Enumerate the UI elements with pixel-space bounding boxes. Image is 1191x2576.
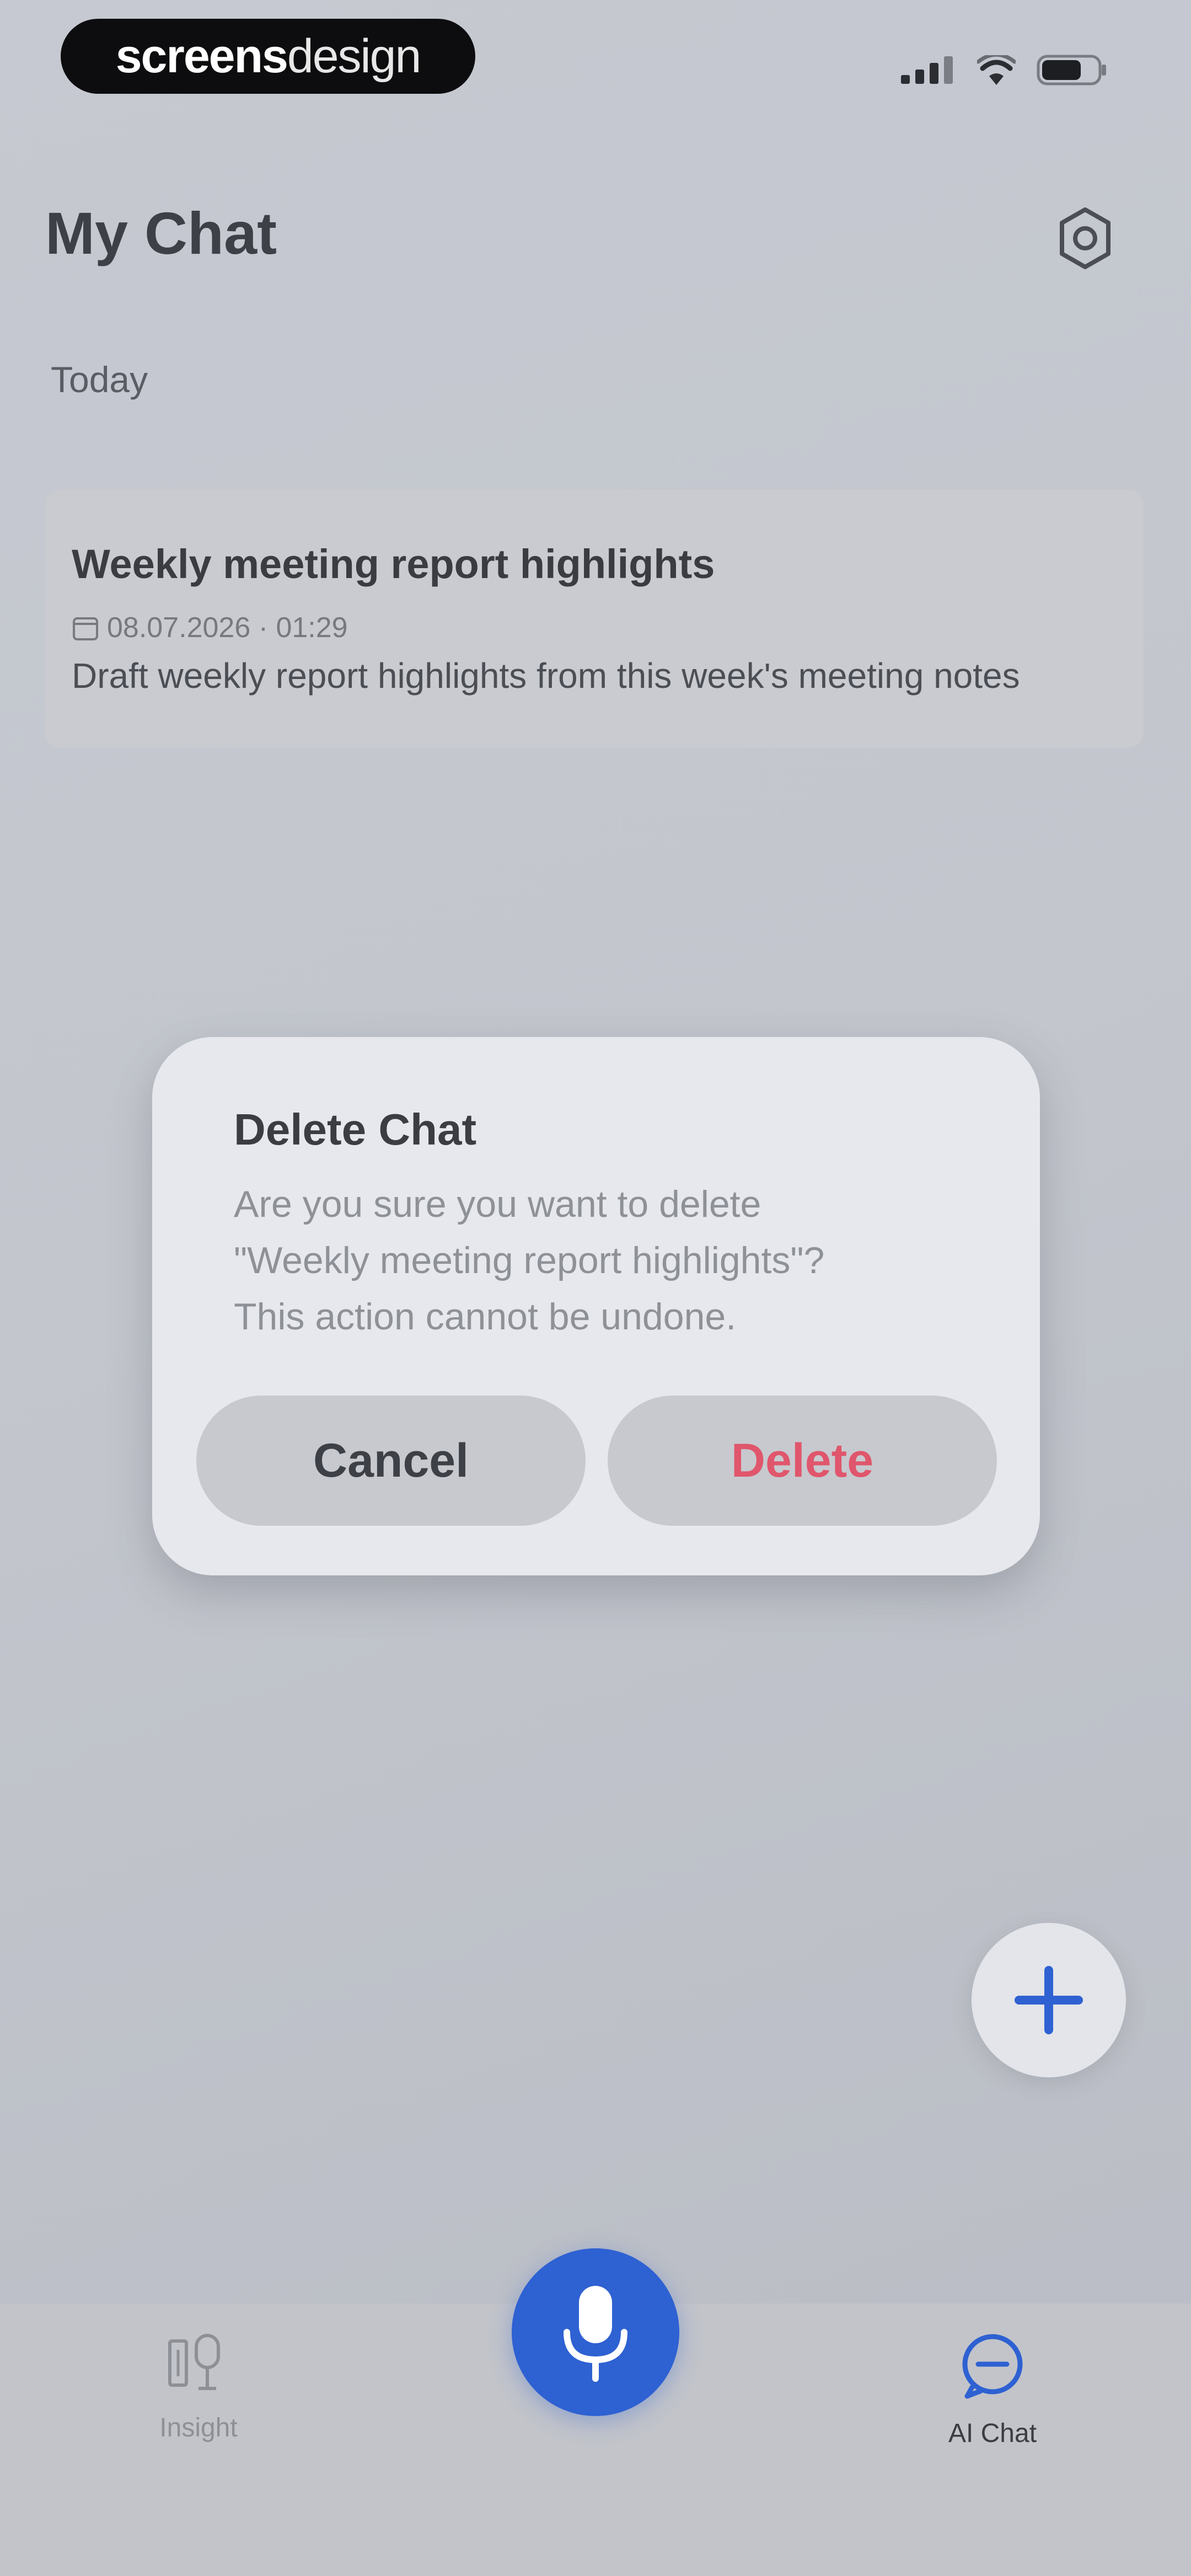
- brand-logo-bold: screens: [115, 29, 288, 83]
- new-chat-button[interactable]: [972, 1923, 1126, 2077]
- section-label-today: Today: [51, 359, 148, 400]
- nav-item-insight[interactable]: Insight: [88, 2333, 309, 2443]
- calendar-icon: [73, 617, 98, 640]
- microphone-icon: [564, 2286, 627, 2382]
- cancel-button[interactable]: Cancel: [196, 1396, 586, 1526]
- chat-bubble-icon: [962, 2334, 1023, 2399]
- chat-item-preview: Draft weekly report highlights from this…: [72, 656, 1020, 696]
- signal-icon: [901, 56, 953, 84]
- chat-item-timestamp: 08.07.2026 · 01:29: [107, 612, 348, 644]
- chat-item-title: Weekly meeting report highlights: [72, 541, 715, 587]
- chat-list-item[interactable]: Weekly meeting report highlights 08.07.2…: [45, 490, 1144, 748]
- dialog-title: Delete Chat: [234, 1105, 477, 1154]
- plus-icon: [1015, 1966, 1083, 2034]
- delete-button[interactable]: Delete: [608, 1396, 997, 1526]
- settings-button[interactable]: [1048, 201, 1123, 276]
- status-icons: [888, 51, 1108, 89]
- dialog-message-line: This action cannot be undone.: [234, 1296, 737, 1338]
- insight-icon: [168, 2334, 220, 2390]
- gear-icon: [1060, 207, 1110, 269]
- dialog-message-line: "Weekly meeting report highlights"?: [234, 1239, 825, 1281]
- wifi-icon: [977, 55, 1016, 85]
- page-title: My Chat: [45, 200, 277, 266]
- delete-chat-dialog: Delete Chat Are you sure you want to del…: [152, 1037, 1040, 1575]
- dialog-message: Are you sure you want to delete "Weekly …: [234, 1176, 973, 1345]
- brand-logo-light: design: [287, 29, 421, 83]
- nav-item-ai-chat[interactable]: AI Chat: [882, 2333, 1103, 2449]
- nav-label-insight: Insight: [159, 2413, 238, 2443]
- record-button[interactable]: [512, 2248, 679, 2416]
- chat-item-meta: 08.07.2026 · 01:29: [72, 611, 348, 644]
- brand-logo: screensdesign: [61, 19, 475, 94]
- dialog-message-line: Are you sure you want to delete: [234, 1183, 761, 1225]
- nav-label-ai-chat: AI Chat: [948, 2419, 1037, 2448]
- battery-icon: [1037, 55, 1106, 85]
